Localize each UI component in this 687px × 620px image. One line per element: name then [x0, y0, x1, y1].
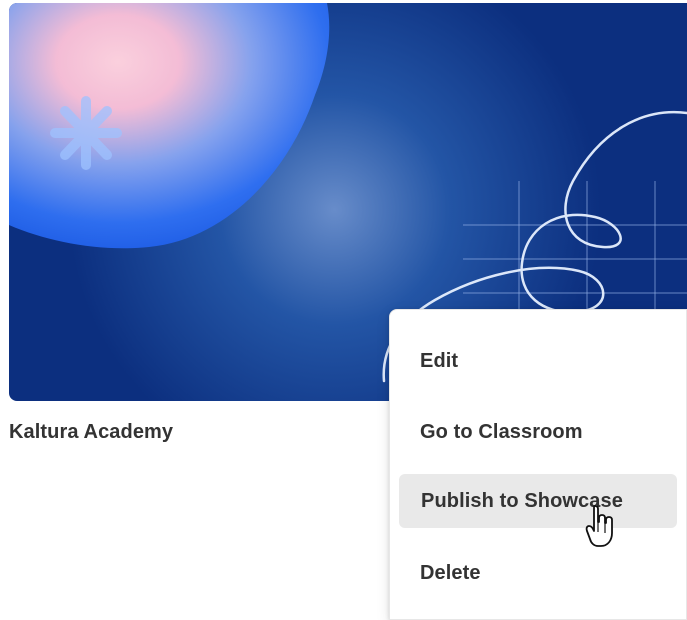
menu-item-delete[interactable]: Delete [398, 546, 687, 600]
menu-item-label: Publish to Showcase [421, 489, 623, 512]
menu-item-go-to-classroom[interactable]: Go to Classroom [398, 405, 687, 459]
course-card-page: Kaltura Academy Edit Go to Classroom Pub… [0, 0, 687, 620]
menu-item-publish-to-showcase[interactable]: Publish to Showcase [399, 474, 677, 528]
course-title[interactable]: Kaltura Academy [9, 421, 173, 444]
course-context-menu: Edit Go to Classroom Publish to Showcase… [389, 309, 687, 620]
menu-item-edit[interactable]: Edit [398, 334, 687, 388]
menu-item-label: Delete [420, 561, 481, 584]
menu-item-label: Go to Classroom [420, 420, 583, 443]
asterisk-icon [50, 96, 122, 170]
menu-item-label: Edit [420, 349, 459, 372]
